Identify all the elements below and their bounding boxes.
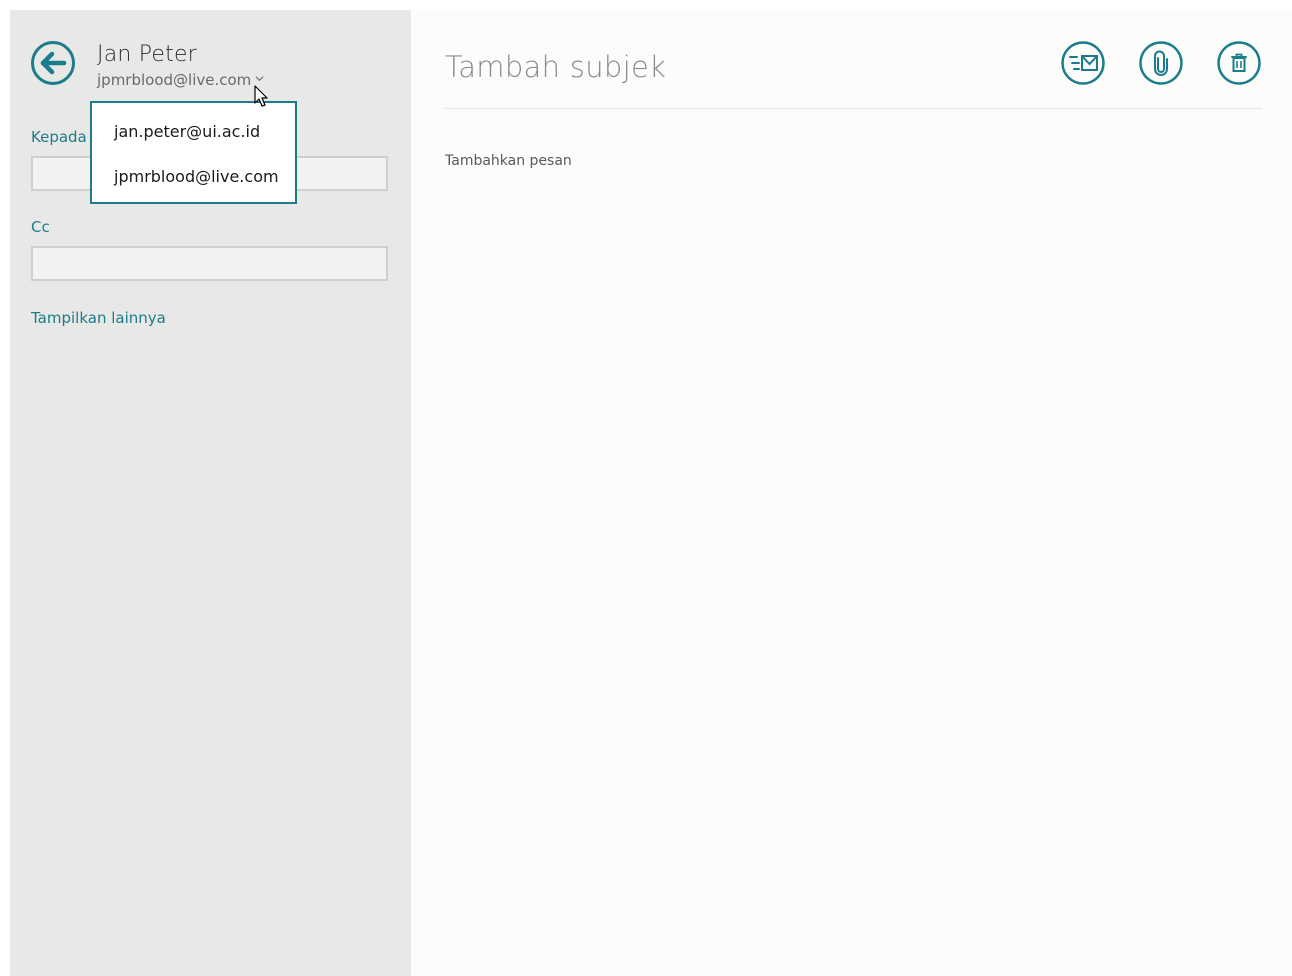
cc-label: Cc bbox=[31, 218, 50, 236]
subject-input[interactable]: Tambah subjek bbox=[445, 50, 666, 84]
sender-account-label: jpmrblood@live.com bbox=[97, 71, 252, 89]
trash-icon bbox=[1217, 41, 1261, 85]
to-label: Kepada bbox=[31, 128, 87, 146]
send-mail-icon bbox=[1061, 41, 1105, 85]
account-dropdown: jan.peter@ui.ac.id jpmrblood@live.com bbox=[90, 101, 297, 204]
account-option-ui[interactable]: jan.peter@ui.ac.id bbox=[114, 122, 260, 141]
account-option-live[interactable]: jpmrblood@live.com bbox=[114, 167, 279, 186]
mouse-cursor-icon bbox=[254, 85, 268, 107]
paperclip-icon bbox=[1139, 41, 1183, 85]
send-button[interactable] bbox=[1061, 41, 1105, 85]
account-selector[interactable]: jpmrblood@live.com bbox=[97, 71, 264, 89]
cc-input[interactable] bbox=[31, 246, 388, 281]
chevron-down-icon bbox=[255, 76, 264, 82]
back-button[interactable] bbox=[31, 41, 75, 85]
back-arrow-icon bbox=[31, 41, 75, 85]
message-body-input[interactable]: Tambahkan pesan bbox=[445, 153, 572, 169]
subject-divider bbox=[445, 108, 1262, 109]
sender-name: Jan Peter bbox=[97, 42, 197, 67]
show-more-link[interactable]: Tampilkan lainnya bbox=[31, 309, 166, 327]
attach-button[interactable] bbox=[1139, 41, 1183, 85]
delete-button[interactable] bbox=[1217, 41, 1261, 85]
